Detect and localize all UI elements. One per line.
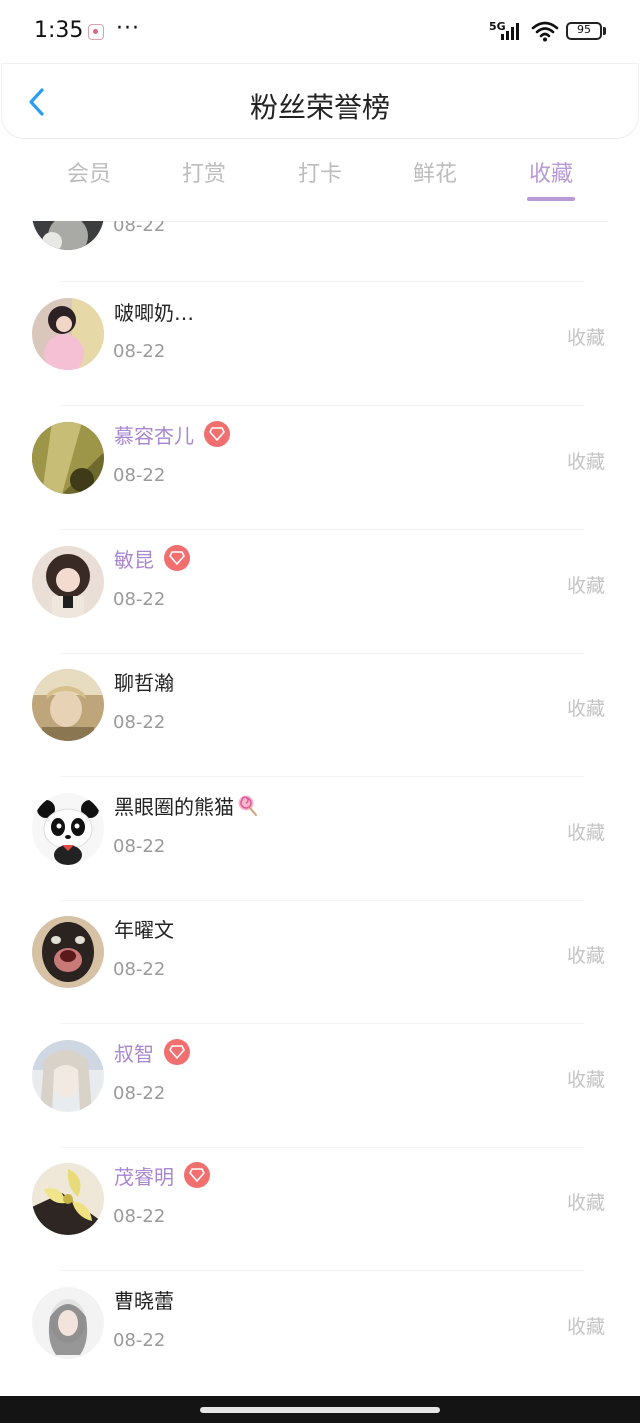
favorite-action-label: 收藏 bbox=[567, 698, 606, 720]
avatar[interactable] bbox=[32, 422, 104, 494]
avatar[interactable] bbox=[32, 1163, 104, 1235]
list-item[interactable]: 曹晓蕾 08-22 收藏 bbox=[0, 1271, 640, 1395]
avatar[interactable] bbox=[32, 669, 104, 741]
fan-name[interactable]: 聊哲瀚 bbox=[114, 667, 174, 696]
fan-name[interactable]: 叔智 bbox=[114, 1038, 154, 1067]
app-notification-icon bbox=[88, 24, 104, 40]
avatar[interactable] bbox=[32, 793, 104, 865]
page-title: 粉丝荣誉榜 bbox=[249, 91, 390, 124]
more-notifications-icon: ··· bbox=[116, 16, 140, 41]
favorite-action-label: 收藏 bbox=[567, 1192, 606, 1214]
avatar[interactable] bbox=[32, 1287, 104, 1359]
status-bar: 1:35 ··· 5G 95 bbox=[0, 0, 640, 60]
favorite-action-label: 收藏 bbox=[567, 1316, 606, 1338]
signal-icon bbox=[501, 23, 519, 40]
vip-badge-icon bbox=[164, 1039, 190, 1065]
fan-date: 08-22 bbox=[113, 1083, 166, 1104]
fan-date: 08-22 bbox=[113, 1330, 166, 1351]
fan-list[interactable]: 08-22 啵唧奶… 08-22 收藏 慕容杏儿 08-22 收藏 敏昆 08-… bbox=[0, 221, 640, 1396]
fan-date: 08-22 bbox=[113, 959, 166, 980]
favorite-action-label: 收藏 bbox=[567, 327, 606, 349]
list-item[interactable]: 慕容杏儿 08-22 收藏 bbox=[0, 406, 640, 530]
list-item[interactable]: 啵唧奶… 08-22 收藏 bbox=[0, 282, 640, 406]
tab-checkin[interactable]: 打卡 bbox=[275, 156, 365, 188]
favorite-action-label: 收藏 bbox=[567, 451, 606, 473]
fan-date: 08-22 bbox=[113, 712, 166, 733]
avatar[interactable] bbox=[32, 916, 104, 988]
avatar[interactable] bbox=[32, 1040, 104, 1112]
tab-flowers[interactable]: 鲜花 bbox=[390, 156, 480, 188]
list-item[interactable]: 08-22 bbox=[0, 221, 640, 282]
list-item[interactable]: 敏昆 08-22 收藏 bbox=[0, 530, 640, 654]
vip-badge-icon bbox=[184, 1162, 210, 1188]
tab-tips[interactable]: 打赏 bbox=[159, 156, 249, 188]
favorite-action-label: 收藏 bbox=[567, 1069, 606, 1091]
fan-date: 08-22 bbox=[113, 221, 166, 236]
vip-badge-icon bbox=[164, 545, 190, 571]
favorite-action-label: 收藏 bbox=[567, 945, 606, 967]
wifi-icon bbox=[531, 21, 559, 42]
vip-badge-icon bbox=[204, 421, 230, 447]
header-bar: 粉丝荣誉榜 bbox=[2, 64, 638, 138]
tab-members[interactable]: 会员 bbox=[44, 156, 134, 188]
fan-date: 08-22 bbox=[113, 589, 166, 610]
fan-name[interactable]: 慕容杏儿 bbox=[114, 420, 194, 449]
list-item[interactable]: 茂睿明 08-22 收藏 bbox=[0, 1147, 640, 1271]
fan-name[interactable]: 年曜文 bbox=[114, 914, 174, 943]
fan-name[interactable]: 黑眼圈的熊猫 bbox=[114, 791, 234, 820]
fan-date: 08-22 bbox=[113, 341, 166, 362]
list-item[interactable]: 黑眼圈的熊猫 08-22 收藏 bbox=[0, 777, 640, 901]
system-navigation-bar bbox=[0, 1396, 640, 1423]
home-indicator[interactable] bbox=[200, 1407, 440, 1413]
fan-name[interactable]: 茂睿明 bbox=[114, 1161, 174, 1190]
favorite-action-label: 收藏 bbox=[567, 575, 606, 597]
tab-favorites[interactable]: 收藏 bbox=[506, 156, 596, 188]
active-tab-indicator bbox=[527, 197, 575, 201]
favorite-action-label: 收藏 bbox=[567, 822, 606, 844]
fan-date: 08-22 bbox=[113, 1206, 166, 1227]
avatar[interactable] bbox=[32, 298, 104, 370]
fan-name[interactable]: 敏昆 bbox=[114, 544, 154, 573]
list-item[interactable]: 叔智 08-22 收藏 bbox=[0, 1024, 640, 1148]
fan-name[interactable]: 啵唧奶… bbox=[114, 297, 194, 326]
avatar[interactable] bbox=[32, 221, 104, 250]
battery-level: 95 bbox=[577, 23, 591, 36]
fan-date: 08-22 bbox=[113, 465, 166, 486]
list-item[interactable]: 年曜文 08-22 收藏 bbox=[0, 900, 640, 1024]
avatar[interactable] bbox=[32, 546, 104, 618]
lollipop-icon bbox=[238, 795, 257, 816]
tab-bar: 会员 打赏 打卡 鲜花 收藏 bbox=[0, 148, 640, 204]
battery-icon: 95 bbox=[566, 22, 606, 40]
list-item[interactable]: 聊哲瀚 08-22 收藏 bbox=[0, 653, 640, 777]
status-time: 1:35 bbox=[34, 18, 84, 43]
fan-name[interactable]: 曹晓蕾 bbox=[114, 1285, 174, 1314]
fan-date: 08-22 bbox=[113, 836, 166, 857]
